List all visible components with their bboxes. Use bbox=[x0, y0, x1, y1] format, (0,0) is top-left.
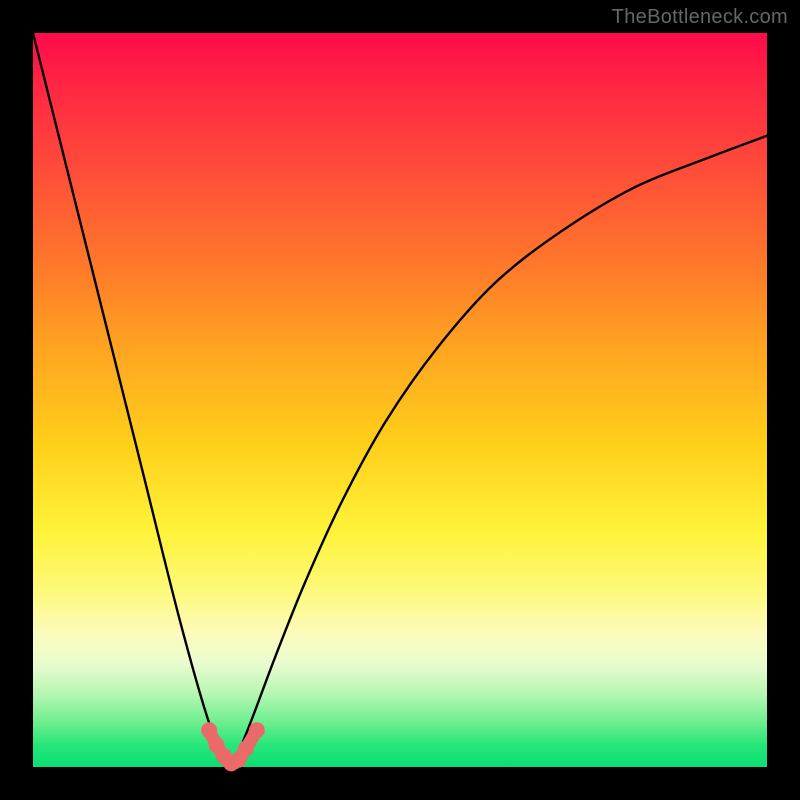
curve-layer bbox=[33, 33, 767, 767]
watermark-label: TheBottleneck.com bbox=[612, 6, 788, 29]
chart-stage: TheBottleneck.com bbox=[0, 0, 800, 800]
marker-dot bbox=[238, 741, 254, 757]
marker-dot bbox=[249, 722, 265, 738]
chart-svg bbox=[33, 33, 767, 767]
bottleneck-curve bbox=[33, 33, 767, 767]
marker-dot bbox=[201, 722, 217, 738]
marker-layer bbox=[201, 722, 265, 771]
